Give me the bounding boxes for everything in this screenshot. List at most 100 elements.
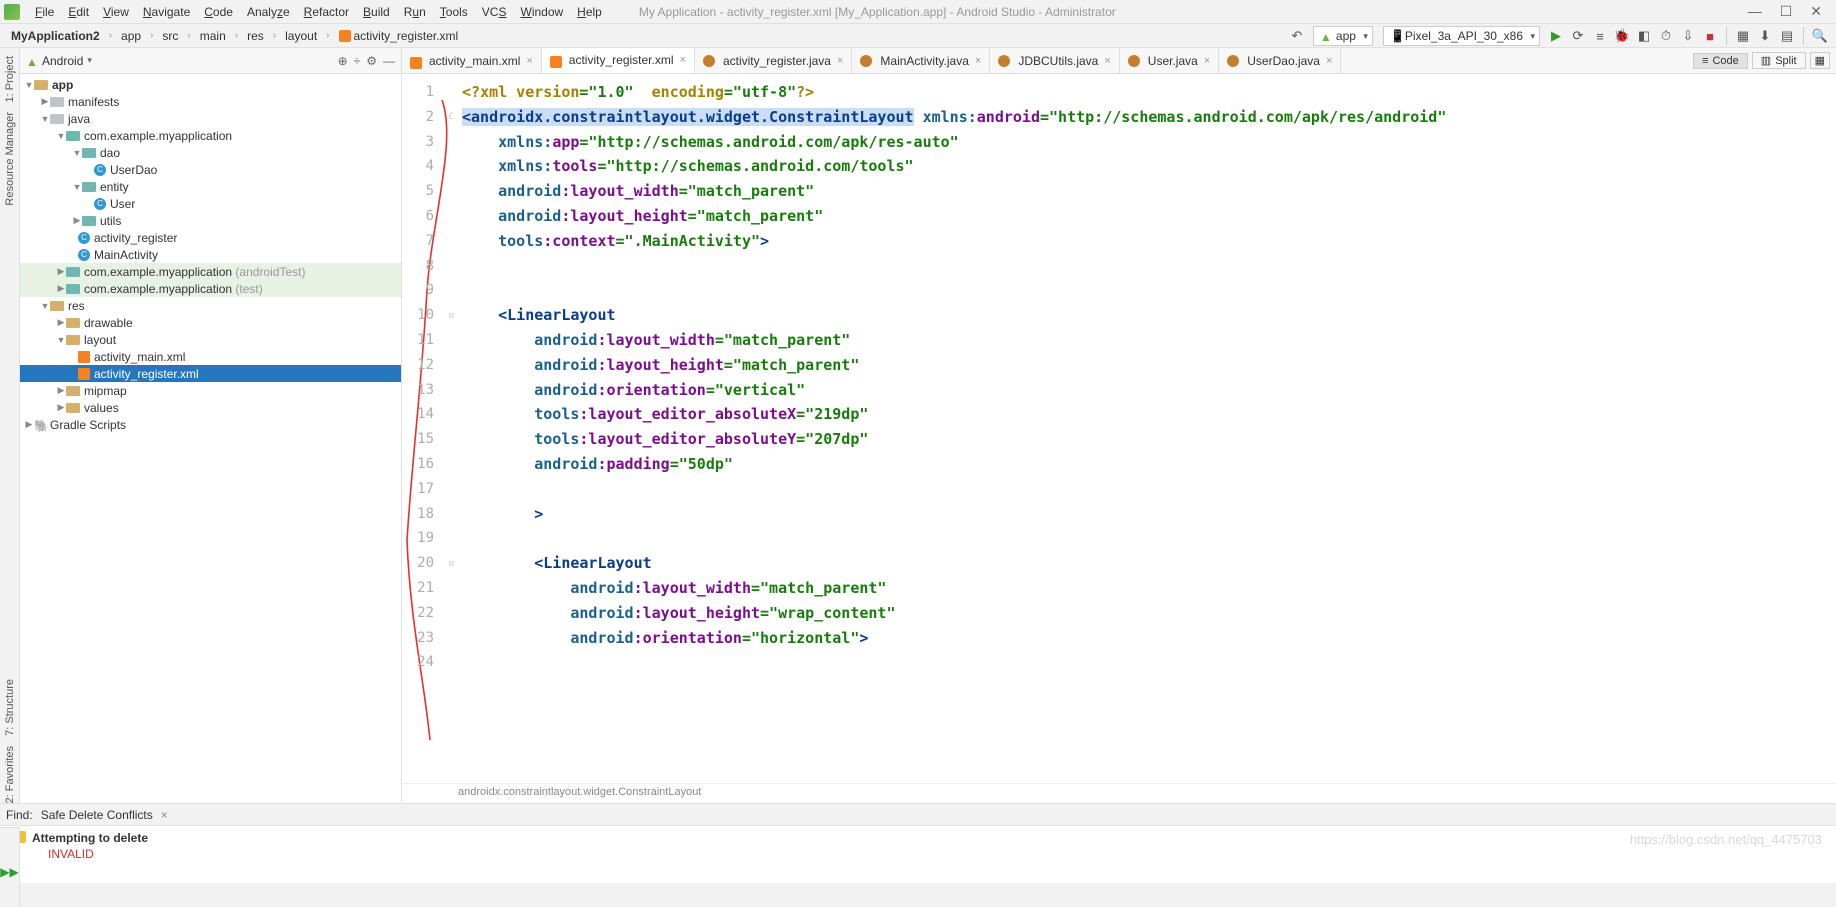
close-icon[interactable]: × [837, 55, 843, 67]
close-icon[interactable]: × [975, 55, 981, 67]
window-close-icon[interactable]: ✕ [1810, 3, 1822, 20]
menu-refactor[interactable]: Refactor [297, 5, 356, 19]
code-content[interactable]: <?xml version="1.0" encoding="utf-8"?> <… [458, 74, 1836, 783]
tab-activity-main[interactable]: activity_main.xml× [402, 48, 542, 73]
find-label: Find: [6, 808, 33, 822]
run-indicator-icon[interactable]: ▶▶ [0, 865, 18, 879]
resource-manager-icon[interactable]: ▤ [1777, 26, 1797, 46]
folder-icon [50, 114, 64, 124]
java-file-icon [703, 55, 715, 67]
view-mode-code[interactable]: ≡ Code [1693, 53, 1748, 69]
folder-icon [50, 301, 64, 311]
close-icon[interactable]: × [1326, 55, 1332, 67]
sdk-manager-icon[interactable]: ⬇ [1755, 26, 1775, 46]
select-opened-icon[interactable]: ⊕ [338, 54, 348, 68]
java-file-icon [1227, 55, 1239, 67]
menu-vcs[interactable]: VCS [475, 5, 514, 19]
package-icon [66, 284, 80, 294]
device-combo[interactable]: 📱Pixel_3a_API_30_x86 [1383, 26, 1540, 46]
package-icon [82, 148, 96, 158]
view-mode-split[interactable]: ▥ Split [1752, 52, 1806, 69]
close-icon[interactable]: × [1104, 55, 1110, 67]
window-minimize-icon[interactable]: — [1748, 3, 1762, 20]
menu-file[interactable]: File [28, 5, 61, 19]
run-config-combo[interactable]: ▲app [1313, 26, 1373, 46]
nav-toolbar: MyApplication2› app› src› main› res› lay… [0, 24, 1836, 48]
crumb-layout[interactable]: layout [278, 27, 324, 45]
run-toolbar: ↶ ▲app 📱Pixel_3a_API_30_x86 ▶ ⟳ ≡ 🐞 ◧ ⏱ … [1287, 26, 1830, 46]
menu-tools[interactable]: Tools [433, 5, 475, 19]
package-icon [82, 182, 96, 192]
window-maximize-icon[interactable]: ☐ [1780, 3, 1793, 20]
project-tree[interactable]: ▼app ▶manifests ▼java ▼com.example.myapp… [20, 74, 401, 803]
view-mode-design[interactable]: ▦ [1810, 52, 1830, 69]
code-editor[interactable]: 12C345678910⊟11121314151617181920⊟212223… [402, 74, 1836, 783]
search-everywhere-icon[interactable]: 🔍 [1810, 26, 1830, 46]
close-icon[interactable]: × [680, 54, 686, 66]
settings-gear-icon[interactable]: ⚙ [366, 54, 377, 68]
find-tool-window-header: Find: Safe Delete Conflicts × [0, 803, 1836, 825]
rail-favorites[interactable]: 2: Favorites [4, 746, 16, 803]
rail-project[interactable]: 1: Project [4, 56, 16, 102]
class-icon: C [78, 232, 90, 244]
module-icon [34, 80, 48, 90]
scroll-from-icon[interactable]: ÷ [354, 54, 361, 68]
xml-file-icon [78, 368, 90, 380]
crumb-project[interactable]: MyApplication2 [4, 27, 107, 45]
menu-window[interactable]: Window [513, 5, 570, 19]
crumb-app[interactable]: app [114, 27, 148, 45]
apply-changes-icon[interactable]: ⟳ [1568, 26, 1588, 46]
xml-file-icon [78, 351, 90, 363]
collapse-all-icon[interactable]: — [383, 54, 395, 68]
xml-file-icon [339, 30, 351, 42]
editor-area: activity_main.xml× activity_register.xml… [402, 48, 1836, 803]
profile-icon[interactable]: ⏱ [1656, 26, 1676, 46]
tab-user-dao[interactable]: UserDao.java× [1219, 48, 1341, 73]
project-view-name[interactable]: Android [42, 54, 83, 68]
menu-analyze[interactable]: Analyze [240, 5, 297, 19]
folder-icon [66, 386, 80, 396]
app-logo-icon [4, 4, 20, 20]
gradle-icon: 🐘 [34, 419, 46, 431]
nav-back-icon[interactable]: ↶ [1287, 26, 1307, 46]
debug-button-icon[interactable]: 🐞 [1612, 26, 1632, 46]
crumb-res[interactable]: res [240, 27, 271, 45]
run-button-icon[interactable]: ▶ [1546, 26, 1566, 46]
menu-run[interactable]: Run [397, 5, 433, 19]
tab-activity-register-java[interactable]: activity_register.java× [695, 48, 852, 73]
menu-edit[interactable]: Edit [61, 5, 96, 19]
attach-debugger-icon[interactable]: ⇩ [1678, 26, 1698, 46]
close-icon[interactable]: × [526, 55, 532, 67]
menu-bar: File Edit View Navigate Code Analyze Ref… [0, 0, 1836, 24]
folder-icon [50, 97, 64, 107]
close-icon[interactable]: × [161, 808, 168, 822]
editor-breadcrumb-path[interactable]: androidx.constraintlayout.widget.Constra… [402, 783, 1836, 803]
tab-jdbc-utils[interactable]: JDBCUtils.java× [990, 48, 1119, 73]
find-title: Safe Delete Conflicts [41, 808, 153, 822]
rail-structure[interactable]: 7: Structure [4, 679, 16, 736]
apply-code-icon[interactable]: ≡ [1590, 26, 1610, 46]
tab-user[interactable]: User.java× [1120, 48, 1219, 73]
project-tool-window: ▲ Android ▾ ⊕ ÷ ⚙ — ▼app ▶manifests ▼jav… [20, 48, 402, 803]
package-icon [66, 267, 80, 277]
tab-activity-register-xml[interactable]: activity_register.xml× [542, 48, 695, 73]
menu-help[interactable]: Help [570, 5, 609, 19]
menu-view[interactable]: View [96, 5, 136, 19]
menu-build[interactable]: Build [356, 5, 397, 19]
line-gutter: 12C345678910⊟11121314151617181920⊟212223… [402, 74, 458, 783]
menu-code[interactable]: Code [197, 5, 240, 19]
stop-icon[interactable]: ■ [1700, 26, 1720, 46]
crumb-src[interactable]: src [155, 27, 185, 45]
java-file-icon [860, 55, 872, 67]
avd-manager-icon[interactable]: ▦ [1733, 26, 1753, 46]
android-icon: ▲ [1320, 30, 1332, 42]
xml-file-icon [410, 57, 422, 69]
close-icon[interactable]: × [1204, 55, 1210, 67]
rail-resource-manager[interactable]: Resource Manager [4, 112, 16, 206]
crumb-file[interactable]: activity_register.xml [332, 26, 466, 45]
project-panel-header: ▲ Android ▾ ⊕ ÷ ⚙ — [20, 48, 401, 74]
menu-navigate[interactable]: Navigate [136, 5, 197, 19]
tab-main-activity[interactable]: MainActivity.java× [852, 48, 990, 73]
crumb-main[interactable]: main [193, 27, 233, 45]
coverage-icon[interactable]: ◧ [1634, 26, 1654, 46]
